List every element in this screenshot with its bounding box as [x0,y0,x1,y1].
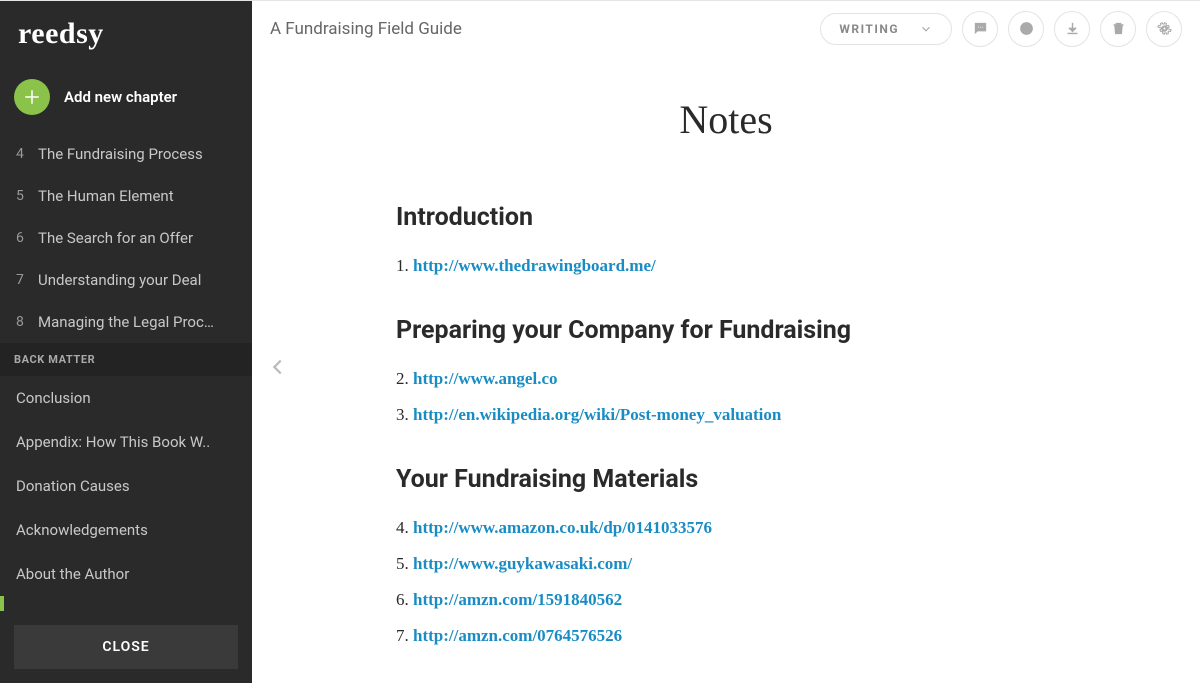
note-number: 6. [396,590,409,609]
back-matter-label: BACK MATTER [0,343,252,376]
previous-page-button[interactable] [267,356,289,382]
settings-button[interactable] [1146,11,1182,47]
note-link[interactable]: http://www.angel.co [413,369,558,388]
chapter-number: 4 [16,146,38,162]
sidebar-item-chapter[interactable]: 8 Managing the Legal Proc… [0,301,252,343]
chapter-number: 8 [16,314,38,330]
note-link[interactable]: http://amzn.com/1591840562 [413,590,622,609]
section-heading: Preparing your Company for Fundraising [396,316,1056,345]
note-line: 5. http://www.guykawasaki.com/ [396,554,1056,574]
chapter-title: Understanding your Deal [38,271,201,289]
chapter-number: 6 [16,230,38,246]
download-icon [1064,20,1081,37]
chevron-left-icon [267,356,289,378]
add-chapter-row[interactable]: Add new chapter [0,71,252,133]
page-title: Notes [396,96,1056,143]
chapter-title: The Human Element [38,187,174,205]
note-number: 4. [396,518,409,537]
gear-icon [1156,20,1173,37]
chapter-title: Managing the Legal Proc… [38,313,214,331]
note-number: 2. [396,369,409,388]
chat-button[interactable] [962,11,998,47]
back-matter-list: Conclusion Appendix: How This Book W.. D… [0,376,252,611]
add-chapter-label: Add new chapter [64,88,177,106]
clock-icon [1018,20,1035,37]
note-line: 4. http://www.amazon.co.uk/dp/0141033576 [396,518,1056,538]
sidebar-item-appendix[interactable]: Appendix: How This Book W.. [0,420,252,464]
note-number: 5. [396,554,409,573]
sidebar-item-chapter[interactable]: 7 Understanding your Deal [0,259,252,301]
chevron-down-icon [919,22,933,36]
note-number: 1. [396,256,409,275]
topbar: A Fundraising Field Guide WRITING [252,1,1200,56]
brand-logo: reedsy [18,17,104,50]
sidebar-item-notes[interactable]: Notes [0,596,252,611]
chapter-title: The Search for an Offer [38,229,193,247]
main-area: A Fundraising Field Guide WRITING Notes … [252,1,1200,683]
sidebar-item-donation[interactable]: Donation Causes [0,464,252,508]
add-chapter-button[interactable] [14,79,50,115]
book-title: A Fundraising Field Guide [270,19,462,39]
note-link[interactable]: http://en.wikipedia.org/wiki/Post-money_… [413,405,781,424]
chapter-number: 7 [16,272,38,288]
note-link[interactable]: http://www.amazon.co.uk/dp/0141033576 [413,518,712,537]
download-button[interactable] [1054,11,1090,47]
mode-label: WRITING [839,22,899,36]
document[interactable]: Notes Introduction 1. http://www.thedraw… [376,56,1076,646]
sidebar-item-chapter[interactable]: 5 The Human Element [0,175,252,217]
note-number: 7. [396,626,409,645]
note-link[interactable]: http://www.thedrawingboard.me/ [413,256,656,275]
note-link[interactable]: http://www.guykawasaki.com/ [413,554,632,573]
section-heading: Introduction [396,203,1056,232]
note-line: 7. http://amzn.com/0764576526 [396,626,1056,646]
sidebar-item-chapter[interactable]: 6 The Search for an Offer [0,217,252,259]
sidebar-item-acknowledgements[interactable]: Acknowledgements [0,508,252,552]
chapter-title: The Fundraising Process [38,145,203,163]
trash-icon [1110,20,1127,37]
delete-button[interactable] [1100,11,1136,47]
chapter-list: 4 The Fundraising Process 5 The Human El… [0,133,252,343]
note-line: 1. http://www.thedrawingboard.me/ [396,256,1056,276]
chat-icon [972,20,989,37]
history-button[interactable] [1008,11,1044,47]
note-number: 3. [396,405,409,424]
section-heading: Your Fundraising Materials [396,465,1056,494]
sidebar: reedsy Add new chapter 4 The Fundraising… [0,1,252,683]
note-line: 2. http://www.angel.co [396,369,1056,389]
chapter-number: 5 [16,188,38,204]
sidebar-item-chapter[interactable]: 4 The Fundraising Process [0,133,252,175]
close-button[interactable]: CLOSE [14,625,238,669]
sidebar-item-about-author[interactable]: About the Author [0,552,252,596]
note-line: 3. http://en.wikipedia.org/wiki/Post-mon… [396,405,1056,425]
plus-icon [23,88,41,106]
note-line: 6. http://amzn.com/1591840562 [396,590,1056,610]
content-area: Notes Introduction 1. http://www.thedraw… [252,56,1200,683]
sidebar-item-conclusion[interactable]: Conclusion [0,376,252,420]
brand: reedsy [0,1,252,71]
note-link[interactable]: http://amzn.com/0764576526 [413,626,622,645]
mode-dropdown[interactable]: WRITING [820,13,952,45]
